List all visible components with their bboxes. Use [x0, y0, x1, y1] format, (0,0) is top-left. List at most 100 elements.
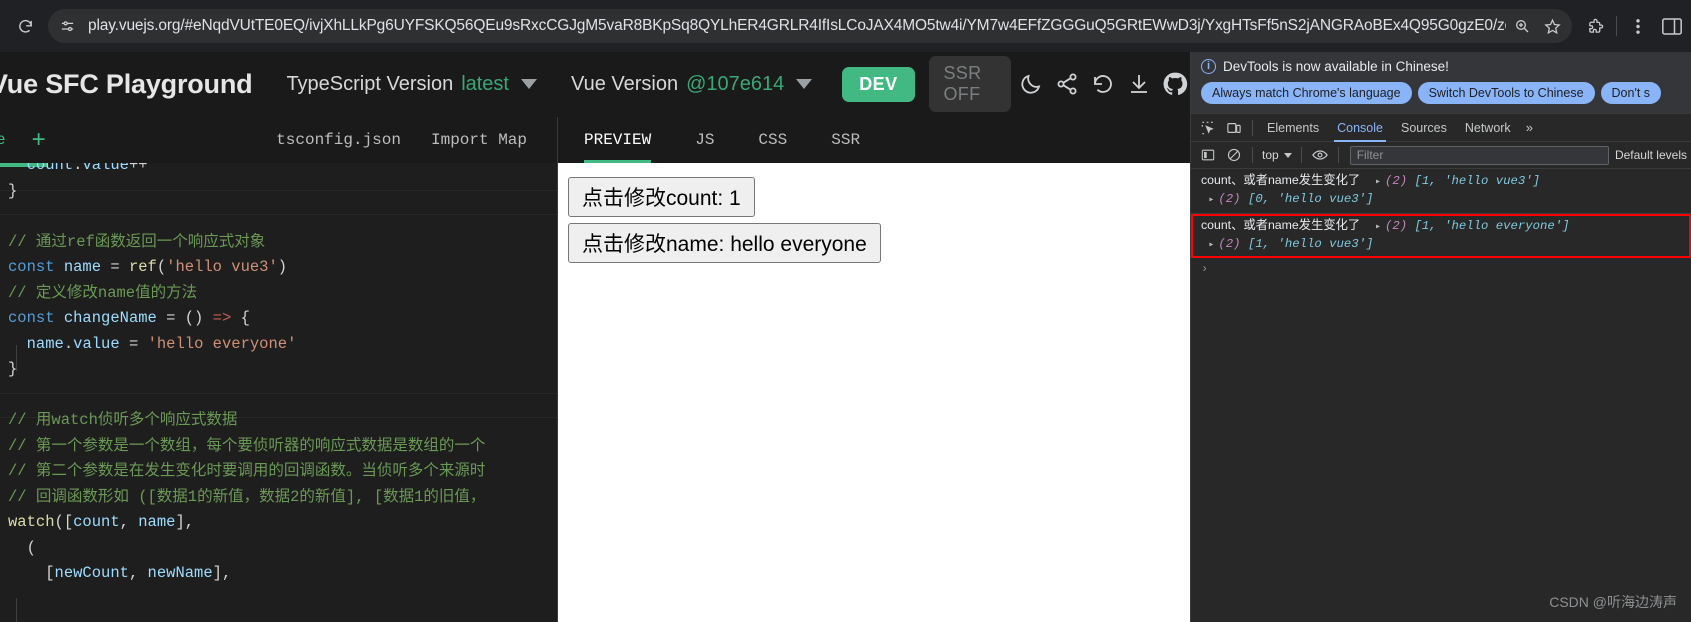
- more-tabs-icon[interactable]: »: [1520, 120, 1539, 135]
- vue-version-selector[interactable]: Vue Version @107e614: [571, 72, 813, 96]
- count-button[interactable]: 点击修改count: 1: [568, 177, 755, 217]
- always-match-language-button[interactable]: Always match Chrome's language: [1201, 82, 1412, 104]
- console-log-entry[interactable]: count、或者name发生变化了 ▸ (2) [1, 'hello everyo…: [1191, 214, 1691, 258]
- code-line: // 第二个参数是在发生变化时要调用的回调函数。当侦听多个来源时: [8, 459, 557, 485]
- output-tabs: PREVIEW JS CSS SSR: [558, 117, 904, 163]
- dev-mode-button[interactable]: DEV: [842, 66, 915, 102]
- filter-input[interactable]: Filter: [1349, 145, 1609, 165]
- array-preview: [1, 'hello vue3']: [1247, 237, 1374, 251]
- devtools-icon[interactable]: [1655, 9, 1689, 43]
- tab-js[interactable]: JS: [695, 117, 714, 163]
- code-token: 'hello everyone': [147, 334, 297, 353]
- log-line-secondary: ▸ (2) [0, 'hello vue3']: [1201, 191, 1685, 209]
- kebab-menu-icon[interactable]: [1621, 9, 1655, 43]
- expand-arrow-icon[interactable]: ▸: [1375, 222, 1381, 233]
- code-editor[interactable]: count.value++} // 通过ref函数返回一个响应式对象 const …: [0, 163, 558, 622]
- editor-file-tabs: e + tsconfig.json Import Map: [0, 117, 558, 163]
- switch-devtools-language-button[interactable]: Switch DevTools to Chinese: [1417, 82, 1595, 104]
- code-line: // 第一个参数是一个数组，每个要侦听器的响应式数据是数组的一个: [8, 434, 557, 460]
- main-split: count.value++} // 通过ref函数返回一个响应式对象 const …: [0, 163, 1190, 622]
- code-line: }: [8, 179, 557, 205]
- code-token: ],: [212, 564, 232, 582]
- array-length: (2): [1218, 237, 1241, 251]
- array-preview: [1, 'hello everyone']: [1414, 219, 1570, 233]
- expand-arrow-icon[interactable]: ▸: [1208, 195, 1214, 206]
- code-line: count.value++: [8, 163, 557, 179]
- log-line-primary: count、或者name发生变化了 ▸ (2) [1, 'hello everyo…: [1201, 217, 1685, 236]
- live-expression-icon[interactable]: [1307, 143, 1333, 167]
- share-icon[interactable]: [1052, 61, 1082, 107]
- devtools-language-banner: i DevTools is now available in Chinese! …: [1191, 52, 1691, 114]
- address-bar[interactable]: play.vuejs.org/#eNqdVUtTE0EQ/ivjXhLLkPg6…: [48, 9, 1572, 43]
- ssr-toggle-button[interactable]: SSR OFF: [928, 56, 1011, 112]
- tab-import-map[interactable]: Import Map: [431, 131, 527, 149]
- tab-file-active[interactable]: e: [0, 117, 8, 163]
- code-token: value: [82, 163, 129, 174]
- star-icon[interactable]: [1538, 12, 1566, 40]
- code-token: newName: [147, 564, 213, 582]
- tab-sources[interactable]: Sources: [1392, 114, 1456, 142]
- zoom-icon[interactable]: [1508, 12, 1536, 40]
- clear-console-icon[interactable]: [1221, 143, 1247, 167]
- log-levels-selector[interactable]: Default levels: [1615, 148, 1691, 162]
- code-token: const: [8, 258, 55, 276]
- download-icon[interactable]: [1124, 61, 1154, 107]
- array-length: (2): [1385, 174, 1408, 188]
- code-line: }: [8, 357, 557, 383]
- dismiss-banner-button[interactable]: Don't s: [1600, 82, 1662, 104]
- code-token: [: [8, 564, 55, 582]
- tab-css[interactable]: CSS: [758, 117, 787, 163]
- tab-ssr[interactable]: SSR: [831, 117, 860, 163]
- devtools-panel: i DevTools is now available in Chinese! …: [1190, 52, 1691, 622]
- code-token: ): [277, 258, 288, 276]
- console-sidebar-icon[interactable]: [1195, 143, 1221, 167]
- device-toolbar-icon[interactable]: [1221, 116, 1247, 140]
- typescript-version-selector[interactable]: TypeScript Version latest: [286, 73, 537, 96]
- code-token: name: [138, 513, 176, 531]
- code-token: // 通过ref函数返回一个响应式对象: [8, 232, 266, 251]
- expand-arrow-icon[interactable]: ▸: [1375, 177, 1381, 188]
- code-token: =>: [212, 309, 232, 327]
- tab-strip: e + tsconfig.json Import Map PREVIEW JS …: [0, 117, 1190, 163]
- refresh-icon[interactable]: [1088, 61, 1118, 107]
- code-line: // 定义修改name值的方法: [8, 281, 557, 307]
- vue-version-label: Vue Version: [571, 72, 679, 95]
- tab-network[interactable]: Network: [1456, 114, 1520, 142]
- tab-tsconfig[interactable]: tsconfig.json: [276, 131, 401, 149]
- code-token: // 回调函数形如 ([数据1的新值，数据2的新值], [数据1的旧值，: [8, 487, 486, 506]
- tab-elements[interactable]: Elements: [1258, 114, 1328, 142]
- code-token: const: [8, 309, 55, 327]
- extensions-icon[interactable]: [1578, 9, 1612, 43]
- array-length: (2): [1385, 219, 1408, 233]
- code-token: (): [184, 309, 204, 327]
- inspect-element-icon[interactable]: [1195, 116, 1221, 140]
- name-button[interactable]: 点击修改name: hello everyone: [568, 223, 881, 263]
- tab-preview[interactable]: PREVIEW: [584, 117, 652, 163]
- github-icon[interactable]: [1160, 61, 1190, 107]
- reload-icon[interactable]: [8, 9, 42, 43]
- add-file-button[interactable]: +: [32, 126, 46, 154]
- console-prompt[interactable]: ›: [1191, 258, 1691, 280]
- browser-toolbar: play.vuejs.org/#eNqdVUtTE0EQ/ivjXhLLkPg6…: [0, 0, 1691, 52]
- tab-console[interactable]: Console: [1328, 114, 1392, 142]
- page-title: Vue SFC Playground: [0, 68, 253, 99]
- console-output[interactable]: count、或者name发生变化了 ▸ (2) [1, 'hello vue3']…: [1191, 169, 1691, 622]
- log-message: count、或者name发生变化了: [1201, 218, 1361, 232]
- code-line: [newCount, newName],: [8, 561, 557, 587]
- preview-pane: 点击修改count: 1 点击修改name: hello everyone: [558, 163, 1190, 622]
- code-line: watch([count, name],: [8, 510, 557, 536]
- code-line: const name = ref('hello vue3'): [8, 255, 557, 281]
- site-settings-icon[interactable]: [52, 12, 82, 40]
- code-token: (: [8, 538, 36, 557]
- playground-header: Vue SFC Playground TypeScript Version la…: [0, 52, 1190, 117]
- console-log-entry[interactable]: count、或者name发生变化了 ▸ (2) [1, 'hello vue3']…: [1191, 169, 1691, 214]
- expand-arrow-icon[interactable]: ▸: [1208, 240, 1214, 251]
- ts-version-value: latest: [461, 72, 509, 95]
- banner-message: DevTools is now available in Chinese!: [1223, 59, 1449, 74]
- moon-icon[interactable]: [1017, 61, 1047, 107]
- execution-context-selector[interactable]: top: [1258, 148, 1296, 162]
- array-preview: [1, 'hello vue3']: [1414, 174, 1540, 188]
- preview-content: 点击修改count: 1 点击修改name: hello everyone: [558, 163, 1190, 263]
